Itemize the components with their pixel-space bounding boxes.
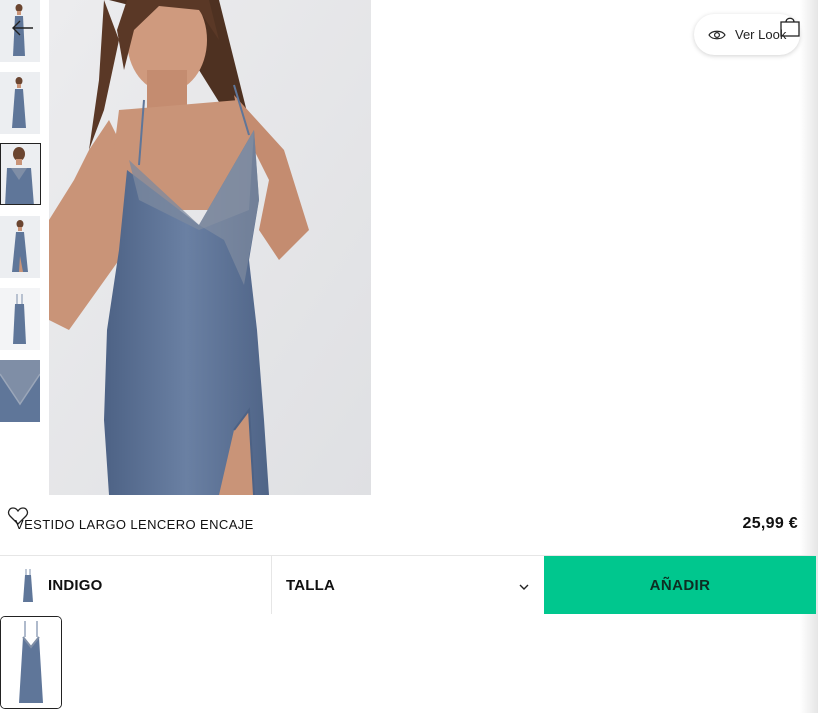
thumbnail-3[interactable] bbox=[0, 143, 41, 205]
color-label: INDIGO bbox=[48, 577, 103, 594]
product-name: VESTIDO LARGO LENCERO ENCAJE bbox=[15, 517, 254, 532]
thumbnail-gallery bbox=[0, 0, 42, 430]
back-arrow-icon[interactable] bbox=[11, 16, 35, 40]
color-variant-thumbnail[interactable] bbox=[0, 616, 62, 709]
thumbnail-6[interactable] bbox=[0, 360, 40, 422]
shopping-bag-icon[interactable] bbox=[779, 16, 801, 38]
main-product-image bbox=[49, 0, 371, 495]
thumbnail-4[interactable] bbox=[0, 216, 40, 278]
chevron-down-icon bbox=[518, 580, 530, 592]
thumbnail-5[interactable] bbox=[0, 288, 40, 350]
color-selector[interactable]: INDIGO bbox=[0, 556, 271, 614]
product-page: Ver Look VESTIDO LARGO LENCERO ENCAJE 25… bbox=[0, 0, 818, 713]
eye-icon bbox=[708, 28, 726, 42]
color-swatch-image bbox=[20, 569, 36, 603]
size-label: TALLA bbox=[286, 577, 336, 594]
thumbnail-2[interactable] bbox=[0, 72, 40, 134]
size-selector[interactable]: TALLA bbox=[272, 556, 544, 614]
add-to-cart-button[interactable]: AÑADIR bbox=[544, 556, 816, 614]
product-price: 25,99 € bbox=[742, 515, 798, 532]
